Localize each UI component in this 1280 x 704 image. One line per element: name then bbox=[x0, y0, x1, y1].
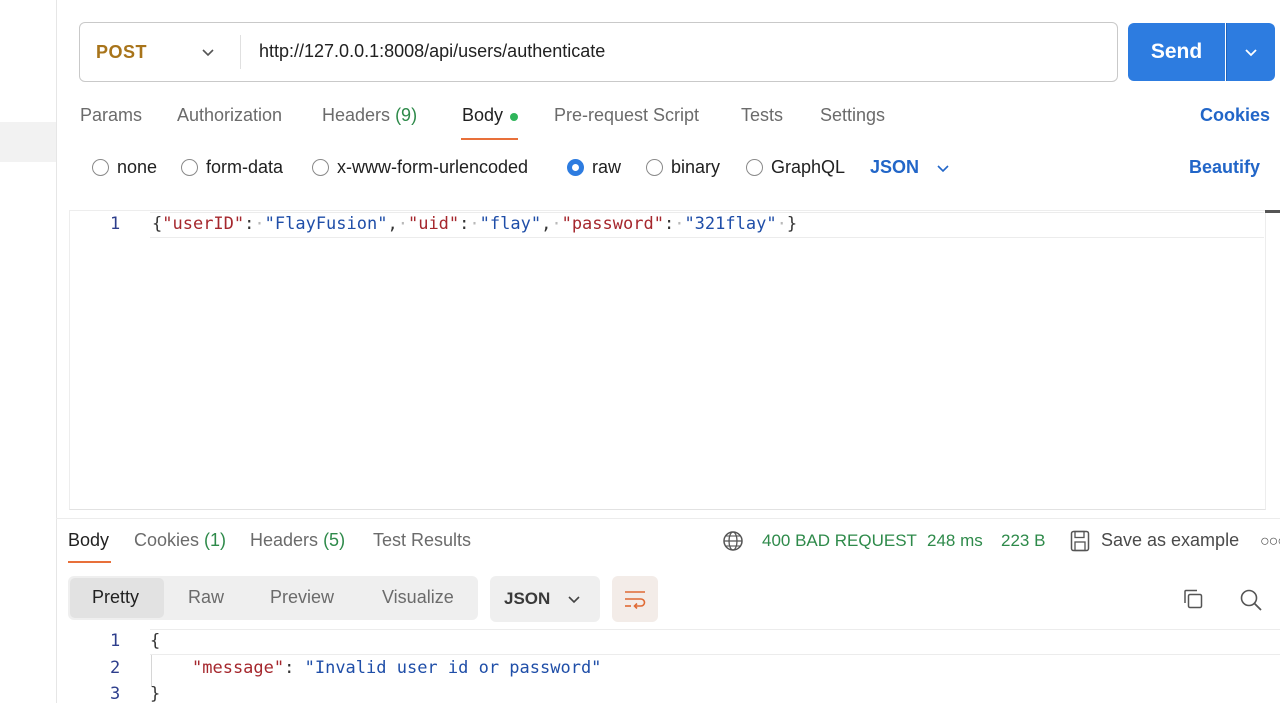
status-code[interactable]: 400 BAD REQUEST bbox=[762, 531, 917, 551]
request-body-editor[interactable] bbox=[69, 210, 1266, 510]
radio-urlencoded[interactable] bbox=[312, 159, 329, 176]
active-tab-underline bbox=[68, 561, 111, 563]
json-brace: } bbox=[786, 214, 798, 234]
line-number: 1 bbox=[110, 631, 121, 651]
body-format-select[interactable]: JSON bbox=[870, 157, 919, 178]
radio-form-data[interactable] bbox=[181, 159, 198, 176]
view-tab-preview[interactable]: Preview bbox=[270, 587, 334, 608]
tab-body[interactable]: Body bbox=[462, 105, 503, 126]
tab-label: Cookies bbox=[134, 530, 200, 550]
tab-count: (9) bbox=[395, 105, 418, 125]
tab-pre-request-script[interactable]: Pre-request Script bbox=[554, 105, 699, 126]
json-value: "FlayFusion" bbox=[264, 214, 388, 234]
view-tab-pretty[interactable]: Pretty bbox=[92, 587, 139, 608]
copy-icon[interactable] bbox=[1182, 588, 1204, 610]
send-options-button[interactable] bbox=[1226, 23, 1275, 81]
line-number: 2 bbox=[110, 658, 121, 678]
view-tab-raw[interactable]: Raw bbox=[188, 587, 224, 608]
tab-settings[interactable]: Settings bbox=[820, 105, 885, 126]
editor-scrollbar[interactable] bbox=[1265, 210, 1280, 213]
radio-graphql[interactable] bbox=[746, 159, 763, 176]
radio-none[interactable] bbox=[92, 159, 109, 176]
globe-icon[interactable] bbox=[722, 530, 744, 552]
left-sidebar-strip bbox=[0, 0, 57, 703]
json-brace: { bbox=[150, 631, 161, 651]
tab-label: Authorization bbox=[177, 105, 283, 125]
response-tab-cookies[interactable]: Cookies (1) bbox=[134, 530, 226, 551]
radio-label-none[interactable]: none bbox=[117, 157, 157, 178]
chevron-down-icon bbox=[1245, 49, 1257, 57]
pane-divider[interactable] bbox=[56, 518, 1280, 519]
indent-guide bbox=[151, 655, 152, 687]
tab-label: Body bbox=[68, 530, 110, 550]
wrap-lines-icon bbox=[625, 591, 646, 609]
chevron-down-icon[interactable] bbox=[935, 160, 951, 176]
radio-label-urlencoded[interactable]: x-www-form-urlencoded bbox=[337, 157, 528, 178]
json-value: "flay" bbox=[479, 214, 542, 234]
response-tab-headers[interactable]: Headers (5) bbox=[250, 530, 345, 551]
tab-label: Settings bbox=[820, 105, 886, 125]
response-size[interactable]: 223 B bbox=[1001, 531, 1045, 551]
json-key: "uid" bbox=[407, 214, 460, 234]
view-tab-visualize[interactable]: Visualize bbox=[382, 587, 454, 608]
active-line-highlight bbox=[150, 629, 1280, 655]
chevron-down-icon[interactable] bbox=[200, 44, 216, 60]
tab-label: Test Results bbox=[373, 530, 472, 550]
response-time[interactable]: 248 ms bbox=[927, 531, 983, 551]
tab-label: Tests bbox=[741, 105, 784, 125]
chevron-down-icon[interactable] bbox=[566, 591, 582, 607]
response-format-label[interactable]: JSON bbox=[504, 589, 550, 609]
url-divider bbox=[240, 35, 241, 69]
json-brace: { bbox=[152, 214, 163, 234]
url-input[interactable]: http://127.0.0.1:8008/api/users/authenti… bbox=[259, 41, 605, 62]
json-value: "321flay" bbox=[684, 214, 777, 234]
save-as-example-button[interactable]: Save as example bbox=[1101, 530, 1239, 551]
line-number: 1 bbox=[110, 214, 121, 234]
search-icon[interactable] bbox=[1239, 588, 1263, 612]
tab-label: Body bbox=[462, 105, 504, 125]
radio-label-binary[interactable]: binary bbox=[671, 157, 720, 178]
tab-label: Params bbox=[80, 105, 143, 125]
json-value: "Invalid user id or password" bbox=[304, 658, 602, 678]
request-body-code[interactable]: {"userID":·"FlayFusion",·"uid":·"flay",·… bbox=[152, 214, 797, 234]
radio-label-graphql[interactable]: GraphQL bbox=[771, 157, 845, 178]
tab-params[interactable]: Params bbox=[80, 105, 142, 126]
send-button[interactable]: Send bbox=[1128, 23, 1225, 81]
response-message-line[interactable]: "message": "Invalid user id or password" bbox=[192, 658, 601, 678]
tab-label: Headers bbox=[250, 530, 319, 550]
radio-label-form-data[interactable]: form-data bbox=[206, 157, 283, 178]
method-select[interactable]: POST bbox=[96, 42, 147, 63]
radio-raw[interactable] bbox=[567, 159, 584, 176]
line-number: 3 bbox=[110, 684, 121, 704]
tab-headers[interactable]: Headers (9) bbox=[322, 105, 417, 126]
tab-label: Pre-request Script bbox=[554, 105, 700, 125]
tab-label: Headers bbox=[322, 105, 391, 125]
cookies-link[interactable]: Cookies bbox=[1200, 105, 1270, 126]
json-key: "message" bbox=[192, 658, 285, 678]
radio-label-raw[interactable]: raw bbox=[592, 157, 621, 178]
left-sidebar-active-row[interactable] bbox=[0, 122, 56, 162]
json-key: "password" bbox=[561, 214, 664, 234]
more-options-icon[interactable]: ○○○ bbox=[1260, 533, 1280, 551]
tab-count: (1) bbox=[204, 530, 227, 550]
active-tab-underline bbox=[461, 138, 518, 140]
response-tab-test-results[interactable]: Test Results bbox=[373, 530, 471, 551]
tab-count: (5) bbox=[323, 530, 346, 550]
tab-tests[interactable]: Tests bbox=[741, 105, 783, 126]
json-key: "userID" bbox=[162, 214, 245, 234]
save-icon[interactable] bbox=[1070, 530, 1090, 552]
body-modified-dot bbox=[510, 113, 518, 121]
wrap-lines-button[interactable] bbox=[612, 576, 658, 622]
response-tab-body[interactable]: Body bbox=[68, 530, 109, 551]
json-brace: } bbox=[150, 684, 161, 704]
beautify-button[interactable]: Beautify bbox=[1189, 157, 1260, 178]
radio-binary[interactable] bbox=[646, 159, 663, 176]
tab-authorization[interactable]: Authorization bbox=[177, 105, 282, 126]
